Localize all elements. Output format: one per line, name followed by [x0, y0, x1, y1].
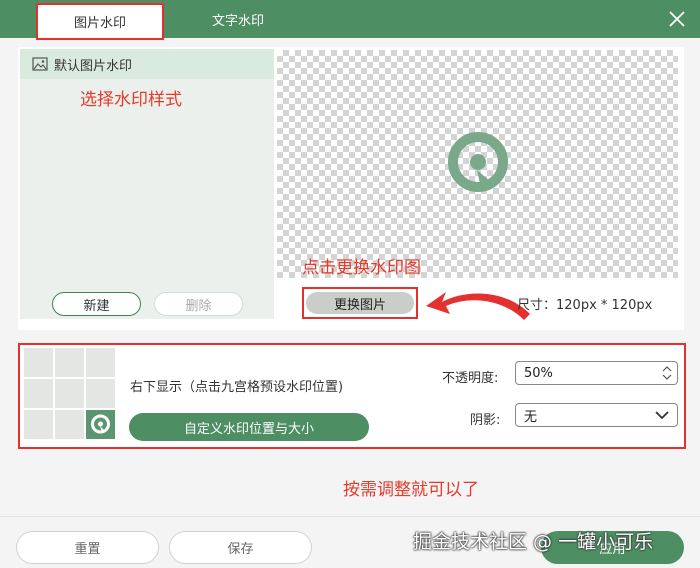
tab-image-watermark[interactable]: 图片水印: [36, 3, 164, 40]
reset-button[interactable]: 重置: [16, 531, 159, 564]
grid-cell-bottom-right-selected[interactable]: [86, 410, 115, 439]
close-icon[interactable]: [668, 10, 686, 28]
save-button[interactable]: 保存: [169, 531, 312, 564]
opacity-value: 50%: [524, 365, 553, 381]
tab-text-watermark[interactable]: 文字水印: [186, 0, 290, 38]
grid-cell[interactable]: [24, 348, 53, 377]
annotation-choose-style: 选择水印样式: [80, 90, 182, 110]
list-item-label: 默认图片水印: [54, 58, 133, 74]
footer-divider: [0, 516, 700, 517]
annotation-adjust: 按需调整就可以了: [343, 480, 479, 500]
grid-cell[interactable]: [55, 348, 84, 377]
grid-cell[interactable]: [55, 379, 84, 408]
header-bar: 图片水印 文字水印: [0, 0, 700, 40]
grid-cell[interactable]: [24, 410, 53, 439]
position-grid[interactable]: [24, 348, 116, 440]
size-label: 尺寸：120px * 120px: [517, 298, 653, 313]
grid-cell[interactable]: [55, 410, 84, 439]
opacity-label: 不透明度:: [442, 371, 499, 386]
position-description: 右下显示（点击九宫格预设水印位置): [130, 380, 344, 395]
shadow-label: 阴影:: [470, 413, 501, 428]
delete-button[interactable]: 删除: [154, 292, 243, 316]
custom-position-size-button[interactable]: 自定义水印位置与大小: [129, 413, 369, 441]
opacity-stepper[interactable]: 50%: [515, 361, 678, 385]
list-item-default-image[interactable]: 默认图片水印: [20, 49, 274, 79]
chevron-down-icon: [655, 411, 669, 420]
grid-cell[interactable]: [24, 379, 53, 408]
watermark-logo-icon: [448, 132, 508, 192]
spinner-arrows-icon[interactable]: [662, 364, 672, 382]
shadow-select[interactable]: 无: [515, 403, 678, 427]
annotation-click-change: 点击更换水印图: [302, 258, 421, 278]
watermark-logo-icon: [91, 414, 110, 434]
watermark-overlay-text: 掘金技术社区 @ 一罐小可乐: [413, 531, 654, 553]
new-button[interactable]: 新建: [52, 292, 141, 316]
image-icon: [32, 57, 48, 71]
change-image-label: 更换图片: [306, 292, 414, 314]
grid-cell[interactable]: [86, 348, 115, 377]
change-image-button[interactable]: 更换图片: [302, 287, 418, 319]
grid-cell[interactable]: [86, 379, 115, 408]
shadow-value: 无: [524, 409, 538, 425]
